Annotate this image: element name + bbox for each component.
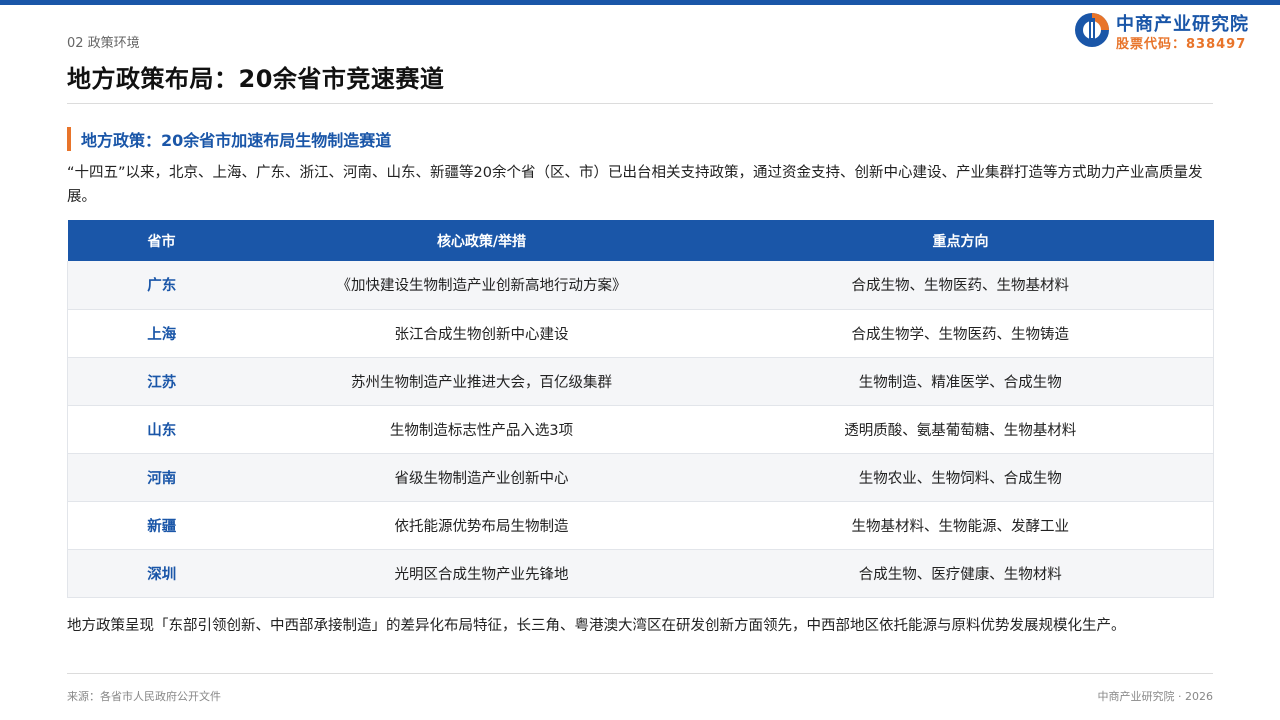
- policy-table: 省市 核心政策/举措 重点方向 广东 《加快建设生物制造产业创新高地行动方案》 …: [67, 220, 1214, 598]
- table-row: 深圳 光明区合成生物产业先锋地 合成生物、医疗健康、生物材料: [67, 549, 1214, 598]
- summary-paragraph: 地方政策呈现「东部引领创新、中西部承接制造」的差异化布局特征，长三角、粤港澳大湾…: [67, 618, 1126, 634]
- focus-cell: 生物基材料、生物能源、发酵工业: [707, 501, 1214, 550]
- province-cell: 江苏: [67, 357, 256, 406]
- focus-cell: 生物农业、生物饲料、合成生物: [707, 453, 1214, 502]
- footer-brand: 中商产业研究院 · 2026: [1097, 690, 1213, 703]
- title-divider: [67, 103, 1213, 104]
- source-note: 来源：各省市人民政府公开文件: [67, 690, 221, 703]
- header-policy: 核心政策/举措: [255, 220, 708, 261]
- province-cell: 深圳: [67, 549, 256, 598]
- page-title: 地方政策布局：20余省市竞速赛道: [67, 65, 445, 93]
- table-row: 广东 《加快建设生物制造产业创新高地行动方案》 合成生物、生物医药、生物基材料: [67, 261, 1214, 310]
- section-label: 02 政策环境: [67, 36, 140, 51]
- policy-cell: 光明区合成生物产业先锋地: [255, 549, 708, 598]
- header-province: 省市: [67, 220, 256, 261]
- top-accent-bar: [0, 0, 1280, 5]
- subheading: 地方政策：20余省市加速布局生物制造赛道: [67, 127, 391, 151]
- policy-cell: 张江合成生物创新中心建设: [255, 309, 708, 358]
- province-cell: 新疆: [67, 501, 256, 550]
- policy-cell: 依托能源优势布局生物制造: [255, 501, 708, 550]
- focus-cell: 合成生物学、生物医药、生物铸造: [707, 309, 1214, 358]
- footer-divider: [67, 673, 1213, 674]
- province-cell: 广东: [67, 261, 256, 310]
- intro-paragraph: “十四五”以来，北京、上海、广东、浙江、河南、山东、新疆等20余个省（区、市）已…: [67, 165, 1203, 205]
- province-cell: 河南: [67, 453, 256, 502]
- subheading-text: 地方政策：20余省市加速布局生物制造赛道: [81, 131, 392, 150]
- subheading-accent-bar: [67, 127, 71, 151]
- company-logo: 中商产业研究院 股票代码：838497: [1074, 9, 1264, 52]
- policy-cell: 省级生物制造产业创新中心: [255, 453, 708, 502]
- header-focus: 重点方向: [707, 220, 1214, 261]
- focus-cell: 合成生物、生物医药、生物基材料: [707, 261, 1214, 310]
- table-row: 山东 生物制造标志性产品入选3项 透明质酸、氨基葡萄糖、生物基材料: [67, 405, 1214, 454]
- focus-cell: 合成生物、医疗健康、生物材料: [707, 549, 1214, 598]
- table-row: 上海 张江合成生物创新中心建设 合成生物学、生物医药、生物铸造: [67, 309, 1214, 358]
- policy-cell: 苏州生物制造产业推进大会，百亿级集群: [255, 357, 708, 406]
- logo-stock-code: 股票代码：838497: [1116, 37, 1247, 52]
- focus-cell: 生物制造、精准医学、合成生物: [707, 357, 1214, 406]
- table-header-row: 省市 核心政策/举措 重点方向: [67, 220, 1214, 261]
- table-row: 河南 省级生物制造产业创新中心 生物农业、生物饲料、合成生物: [67, 453, 1214, 502]
- table-row: 新疆 依托能源优势布局生物制造 生物基材料、生物能源、发酵工业: [67, 501, 1214, 550]
- table-row: 江苏 苏州生物制造产业推进大会，百亿级集群 生物制造、精准医学、合成生物: [67, 357, 1214, 406]
- focus-cell: 透明质酸、氨基葡萄糖、生物基材料: [707, 405, 1214, 454]
- province-cell: 上海: [67, 309, 256, 358]
- policy-cell: 《加快建设生物制造产业创新高地行动方案》: [255, 261, 708, 310]
- policy-cell: 生物制造标志性产品入选3项: [255, 405, 708, 454]
- province-cell: 山东: [67, 405, 256, 454]
- zhongshang-logo-icon: [1075, 13, 1109, 47]
